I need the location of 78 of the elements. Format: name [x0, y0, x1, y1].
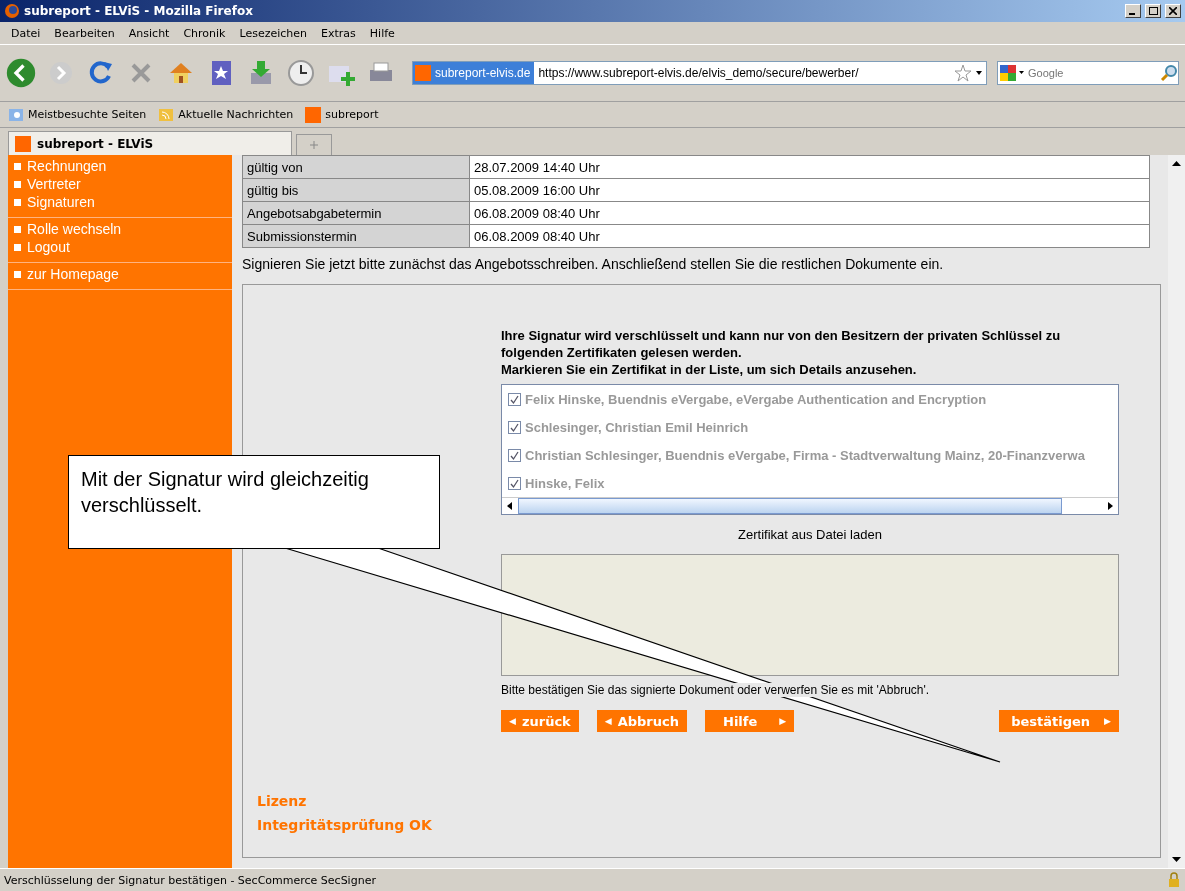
horizontal-scrollbar[interactable]	[502, 497, 1118, 514]
maximize-icon	[1148, 7, 1158, 15]
bookmark-link[interactable]: Meistbesuchte Seiten	[28, 108, 147, 121]
load-certificate-label[interactable]: Zertifikat aus Datei laden	[501, 515, 1119, 554]
intro-text: Ihre Signatur wird verschlüsselt und kann nur von den Besitzern der privaten Schlüssel zu folgenden Zertifikaten gelesen werden.	[501, 327, 1062, 361]
search-field[interactable]: Google	[997, 61, 1179, 85]
checkbox[interactable]	[508, 420, 521, 434]
certificate-name[interactable]: Felix Hinske, Buendnis eVergabe, eVergabe Authentication and Encryption	[525, 391, 987, 407]
certificate-name[interactable]: Schlesinger, Christian Emil Heinrich	[525, 419, 749, 435]
bookmark-link[interactable]: Aktuelle Nachrichten	[178, 108, 294, 121]
checkbox[interactable]	[508, 476, 521, 490]
table-label: gültig von	[242, 155, 470, 179]
maximize-button[interactable]	[1145, 4, 1161, 18]
search-engine-icon[interactable]	[998, 63, 1026, 83]
callout-text: Mit der Signatur wird gleichzeitig verschlüsselt.	[68, 455, 440, 549]
bullet-icon	[14, 162, 21, 170]
table-cell: 06.08.2009 08:40 Uhr	[469, 201, 1150, 225]
browser-tab[interactable]: subreport - ELViS	[8, 131, 292, 155]
folder-search-icon	[8, 106, 24, 123]
sidebar-link[interactable]: Signaturen	[27, 194, 95, 210]
table-label: Submissionstermin	[242, 224, 470, 248]
url-text: https://www.subreport-elvis.de/elvis_demo/secure/bewerber/	[537, 66, 860, 80]
link[interactable]: Lizenz	[257, 793, 501, 809]
site-identity[interactable]: subreport-elvis.de	[413, 62, 535, 84]
rss-folder-icon	[158, 106, 175, 123]
bullet-icon	[14, 198, 21, 206]
table-cell: 28.07.2009 14:40 Uhr	[469, 155, 1150, 179]
menu-item[interactable]: Extras	[316, 24, 361, 42]
close-button[interactable]	[1165, 4, 1181, 18]
checkbox[interactable]	[508, 392, 521, 406]
link[interactable]: Integritätsprüfung OK	[257, 817, 501, 833]
confirm-text: Bitte bestätigen Sie das signierte Dokument oder verwerfen Sie es mit 'Abbruch'.	[501, 683, 930, 697]
bullet-icon	[14, 270, 21, 278]
table-label: Angebotsabgabetermin	[242, 201, 470, 225]
sidebar-link[interactable]: Logout	[27, 239, 70, 255]
search-icon[interactable]	[1160, 64, 1178, 82]
hint-text: Markieren Sie ein Zertifikat in der Liste, um sich Details anzusehen.	[501, 361, 918, 378]
lock-icon	[1167, 872, 1181, 888]
instruction-text: Signieren Sie jetzt bitte zunächst das Angebotsschreiben. Anschließend stellen Sie die restlichen Dokumente ein.	[242, 255, 945, 274]
plus-icon	[309, 140, 319, 150]
certificate-name[interactable]: Christian Schlesinger, Buendnis eVergabe, Firma - Stadtverwaltung Mainz, 20-Finanzverwa	[525, 447, 1085, 463]
table-cell: 06.08.2009 08:40 Uhr	[469, 224, 1150, 248]
menu-item[interactable]: Chronik	[178, 24, 231, 42]
bullet-icon	[14, 225, 21, 233]
star-icon[interactable]	[954, 64, 972, 82]
bullet-icon	[14, 243, 21, 251]
sidebar-link[interactable]: Vertreter	[27, 176, 81, 192]
clock-icon[interactable]	[286, 58, 316, 88]
bullet-icon	[14, 180, 21, 188]
confirm-button[interactable]: bestätigen ▶	[999, 710, 1119, 732]
close-icon	[1169, 7, 1177, 15]
table-cell: 05.08.2009 16:00 Uhr	[469, 178, 1150, 202]
site-logo-icon	[415, 65, 431, 81]
menu-item[interactable]: Hilfe	[364, 24, 400, 42]
sidebar-link[interactable]: Rolle wechseln	[27, 221, 122, 237]
certificate-name[interactable]: Hinske, Felix	[525, 475, 605, 491]
text-area[interactable]	[501, 554, 1119, 676]
nav-button[interactable]: Hilfe ▶	[705, 710, 795, 732]
menu-item[interactable]: Bearbeiten	[49, 24, 120, 42]
minimize-button[interactable]	[1125, 4, 1141, 18]
menu-item[interactable]: Lesezeichen	[234, 24, 313, 42]
status-text: Verschlüsselung der Signatur bestätigen - SecCommerce SecSigner	[4, 873, 377, 887]
vertical-scrollbar[interactable]	[1168, 155, 1185, 868]
bookmark-link[interactable]: subreport	[325, 108, 379, 121]
site-logo-icon	[305, 106, 322, 123]
sidebar-link[interactable]: Rechnungen	[27, 158, 107, 174]
nav-button[interactable]: ◀ Abbruch	[596, 710, 687, 732]
window-title: subreport - ELViS - Mozilla Firefox	[24, 4, 254, 18]
site-logo-icon	[15, 135, 31, 152]
table-label: gültig bis	[242, 178, 470, 202]
menu-item[interactable]: Datei	[6, 24, 46, 42]
url-field[interactable]: subreport-elvis.de https://www.subreport-elvis.de/elvis_demo/secure/bewerber/	[412, 61, 987, 85]
sidebar-link[interactable]: zur Homepage	[27, 266, 119, 282]
checkbox[interactable]	[508, 448, 521, 462]
browser-logo-icon	[4, 3, 20, 19]
back-icon[interactable]	[6, 58, 36, 88]
nav-button[interactable]: ◀ zurück	[501, 710, 579, 732]
menu-item[interactable]: Ansicht	[123, 24, 175, 42]
